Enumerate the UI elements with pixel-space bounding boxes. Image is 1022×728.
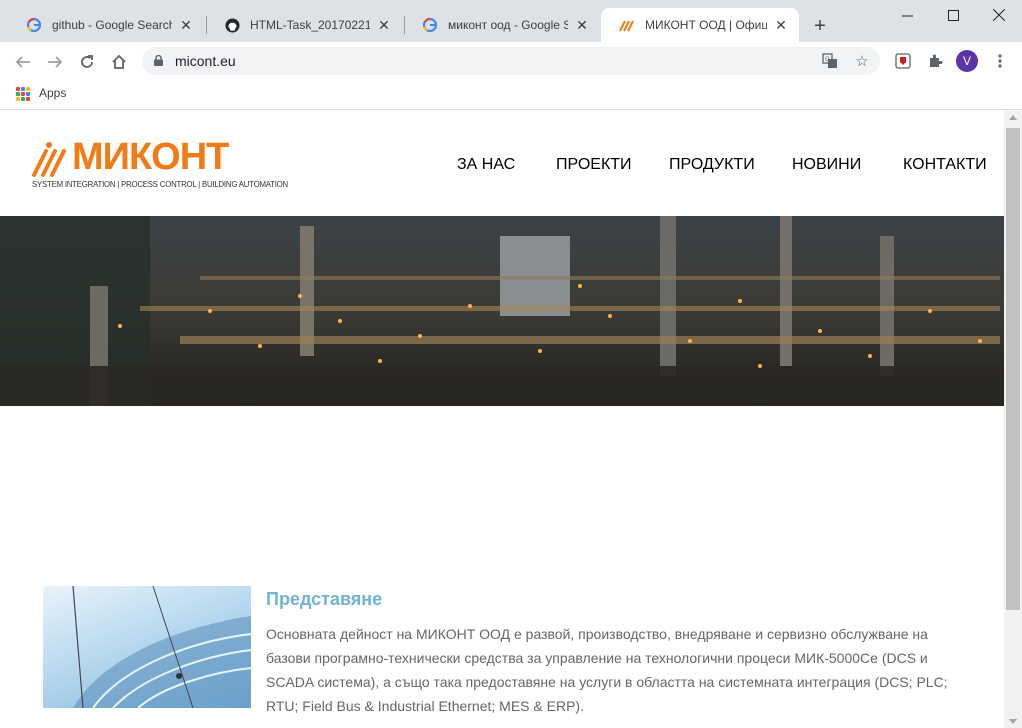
translate-icon[interactable]: G — [820, 51, 840, 71]
intro-image — [43, 586, 251, 708]
tab-micont-site[interactable]: МИКОНТ ООД | Официа ✕ — [601, 8, 799, 42]
minimize-icon[interactable] — [884, 0, 930, 30]
refinery-illustration — [0, 216, 1004, 406]
bookmark-apps[interactable]: Apps — [39, 86, 66, 100]
page-viewport: МИКОНТ SYSTEM INTEGRATION | PROCESS CONT… — [0, 111, 1004, 728]
close-icon[interactable]: ✕ — [178, 17, 194, 33]
lock-icon — [154, 55, 163, 66]
tab-title: МИКОНТ ООД | Официа — [645, 18, 767, 32]
nav-projects[interactable]: ПРОЕКТИ — [556, 156, 632, 174]
scroll-thumb[interactable] — [1006, 128, 1020, 610]
star-icon[interactable]: ☆ — [852, 51, 872, 71]
micont-icon — [619, 17, 635, 33]
logo-mark-icon — [32, 142, 66, 177]
profile-avatar[interactable]: V — [956, 50, 978, 72]
nav-contacts[interactable]: КОНТАКТИ — [903, 156, 987, 174]
url-text: micont.eu — [175, 53, 236, 69]
tab-title: github - Google Search — [52, 18, 172, 32]
nav-products[interactable]: ПРОДУКТИ — [669, 156, 755, 174]
intro-section: Представяне Основната дейност на МИКОНТ … — [0, 586, 1004, 728]
tab-micont-search[interactable]: миконт оод - Google Sea ✕ — [404, 8, 600, 42]
tab-title: миконт оод - Google Sea — [448, 18, 568, 32]
menu-kebab-icon[interactable] — [990, 51, 1010, 71]
intro-text: Основната дейност на МИКОНТ ООД е развой… — [266, 626, 948, 714]
maximize-icon[interactable] — [930, 0, 976, 30]
scroll-up-icon[interactable] — [1009, 115, 1017, 120]
glass-building-illustration — [72, 586, 251, 708]
home-button[interactable] — [106, 49, 132, 75]
svg-text:G: G — [825, 57, 830, 63]
tab-github-search[interactable]: github - Google Search ✕ — [8, 8, 204, 42]
tab-html-task[interactable]: HTML-Task_20170221-/(2 ✕ — [206, 8, 402, 42]
close-icon[interactable]: ✕ — [376, 17, 392, 33]
back-button[interactable] — [10, 49, 36, 75]
scroll-down-icon[interactable] — [1009, 719, 1017, 724]
page-scrollbar[interactable] — [1004, 111, 1022, 728]
address-bar[interactable]: micont.eu G ☆ — [142, 47, 880, 75]
extensions-puzzle-icon[interactable] — [925, 51, 945, 71]
site-header: МИКОНТ SYSTEM INTEGRATION | PROCESS CONT… — [0, 111, 1004, 216]
browser-toolbar: micont.eu G ☆ V — [0, 42, 1022, 80]
tab-strip: github - Google Search ✕ HTML-Task_20170… — [0, 0, 1022, 42]
logo-tagline: SYSTEM INTEGRATION | PROCESS CONTROL | B… — [32, 180, 288, 189]
apps-grid-icon[interactable] — [16, 87, 30, 101]
tab-title: HTML-Task_20170221-/(2 — [250, 18, 370, 32]
intro-title: Представяне — [266, 589, 383, 609]
new-tab-button[interactable]: + — [808, 14, 832, 38]
reload-button[interactable] — [74, 49, 100, 75]
extension-shield-icon[interactable] — [893, 51, 913, 71]
site-logo[interactable]: МИКОНТ SYSTEM INTEGRATION | PROCESS CONT… — [30, 135, 288, 195]
nav-news[interactable]: НОВИНИ — [792, 156, 861, 174]
window-close-icon[interactable] — [976, 0, 1022, 30]
forward-button[interactable] — [42, 49, 68, 75]
logo-wordmark: МИКОНТ — [72, 136, 229, 178]
close-icon[interactable]: ✕ — [574, 17, 590, 33]
google-icon — [422, 17, 438, 33]
bookmarks-bar — [0, 80, 1022, 110]
github-icon — [224, 17, 240, 33]
hero-banner-image — [0, 216, 1004, 406]
close-icon[interactable]: ✕ — [773, 17, 789, 33]
nav-about[interactable]: ЗА НАС — [457, 156, 515, 174]
google-icon — [26, 17, 42, 33]
